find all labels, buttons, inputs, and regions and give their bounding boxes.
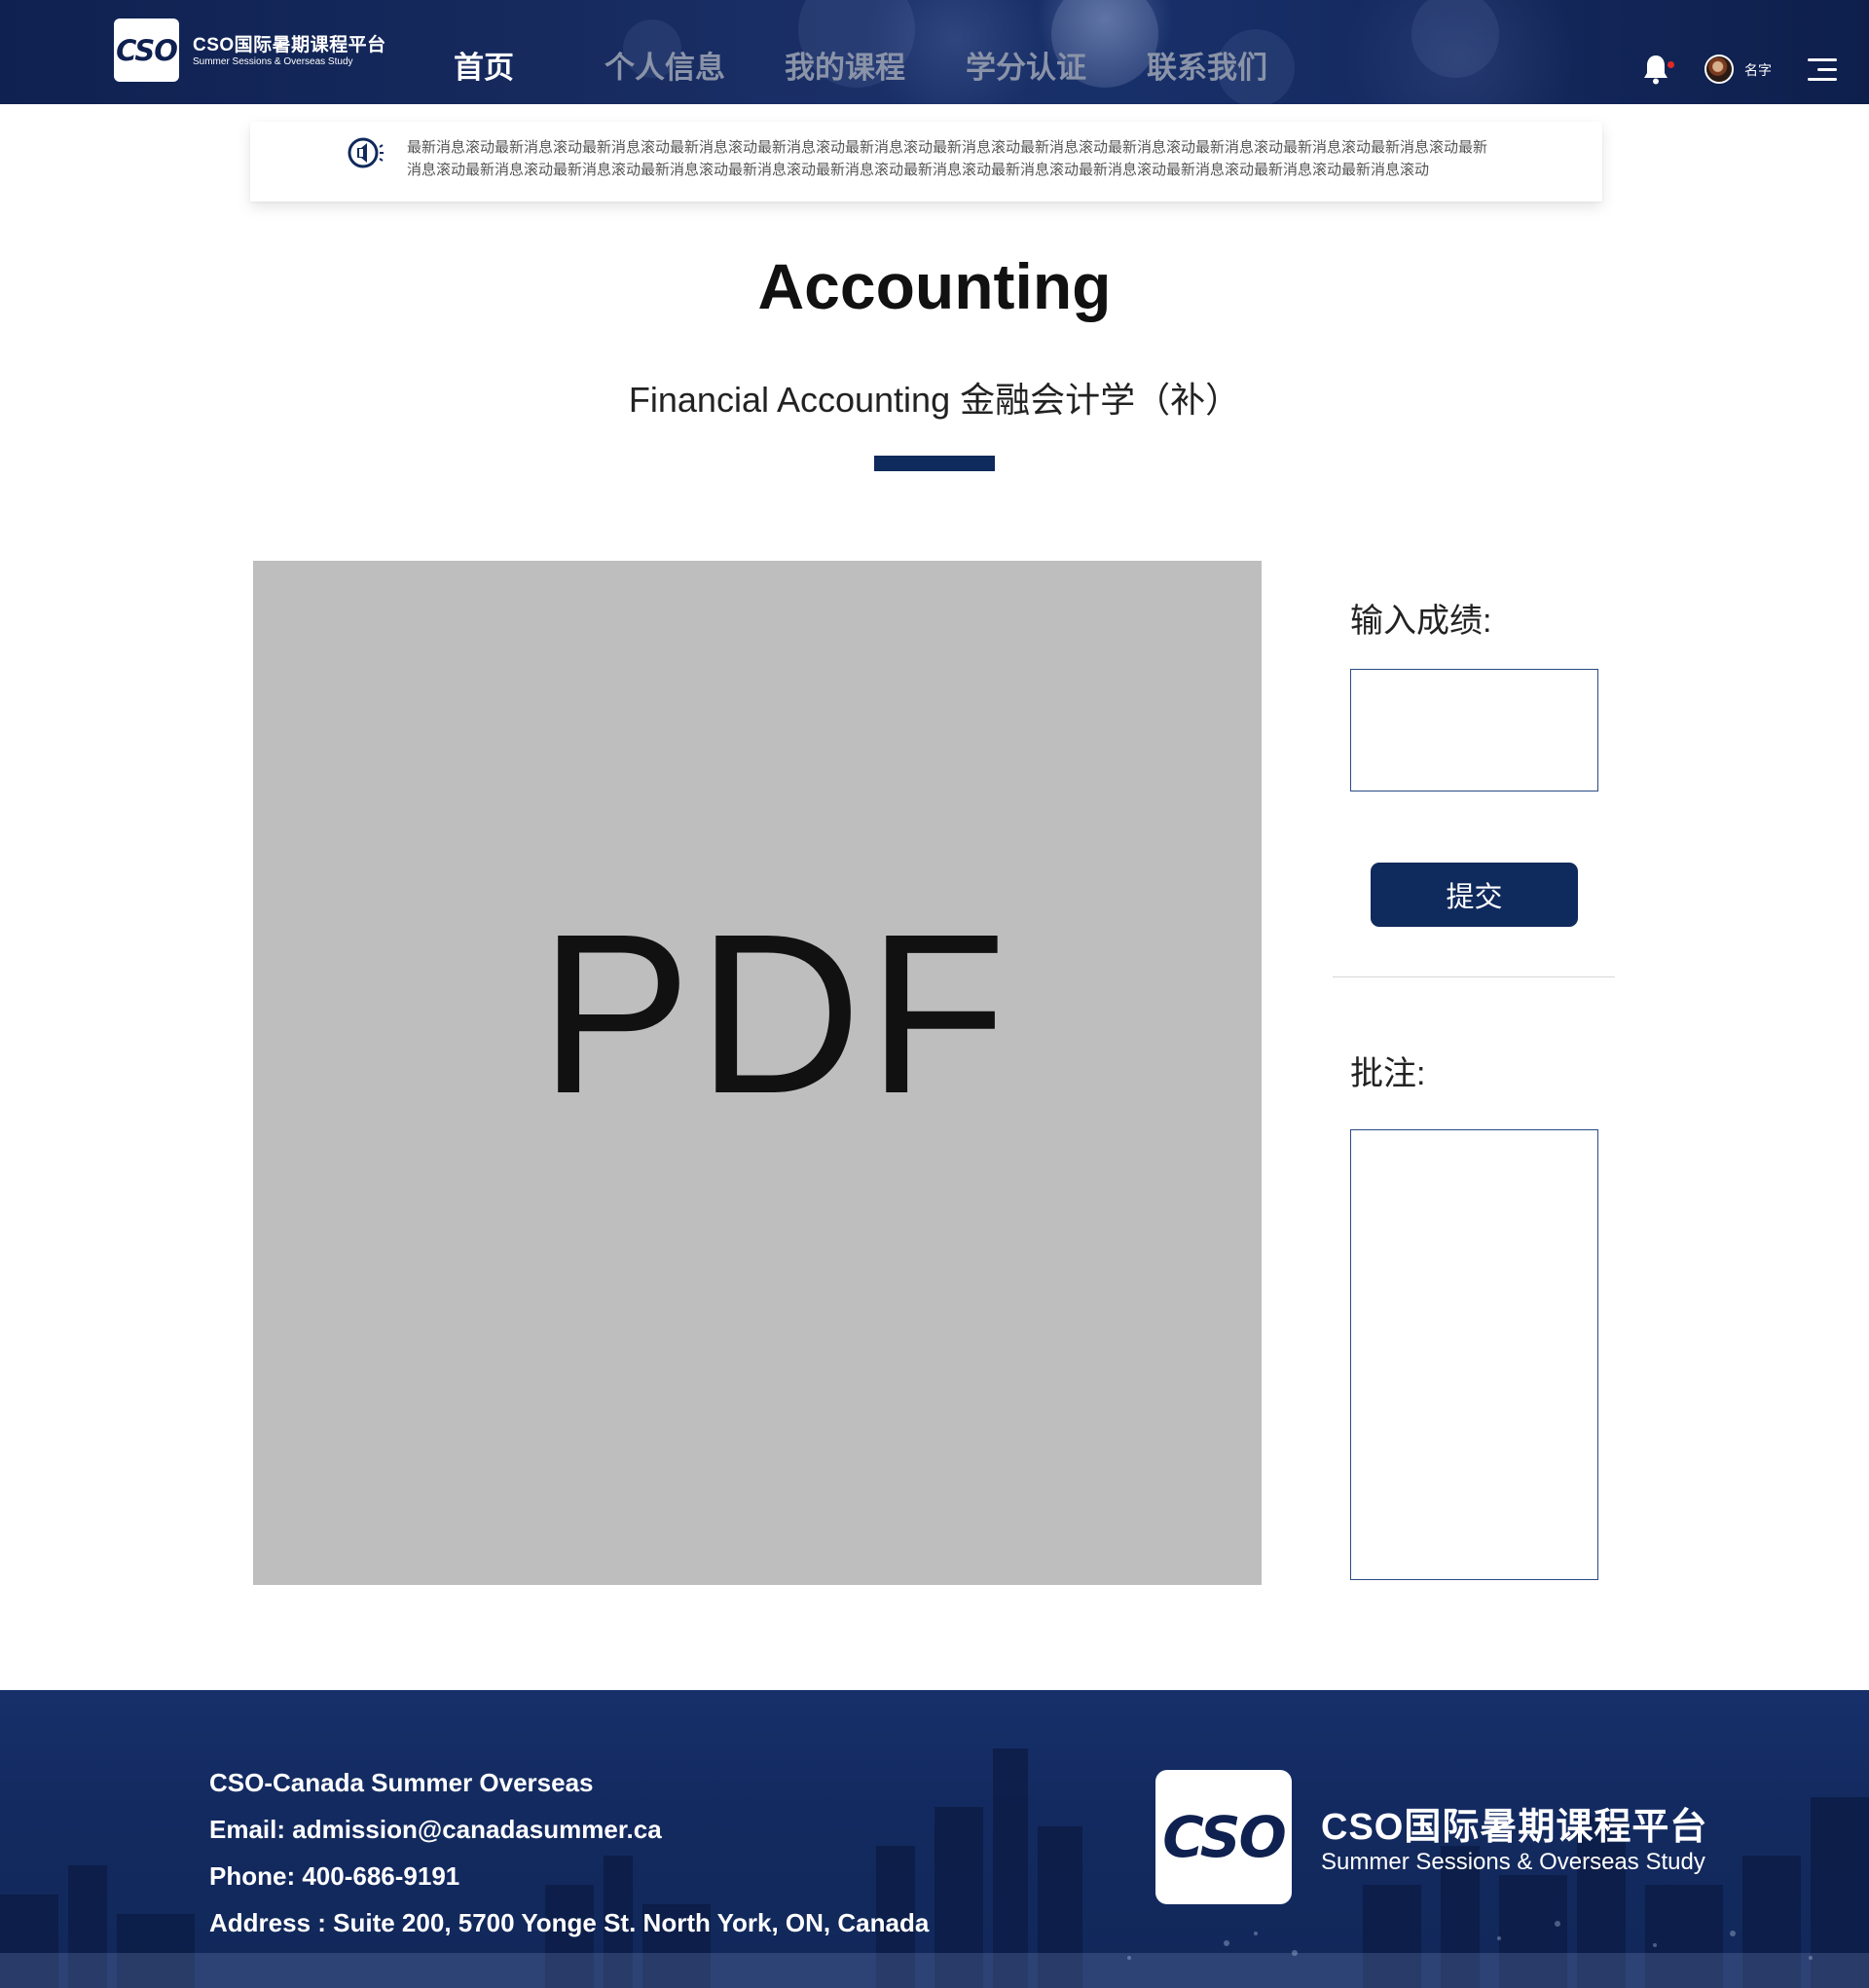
footer-logo-mark: CSO	[1162, 1804, 1287, 1870]
bell-icon[interactable]	[1641, 53, 1670, 86]
logo-title: CSO国际暑期课程平台	[193, 35, 386, 55]
news-ticker-text[interactable]: 最新消息滚动最新消息滚动最新消息滚动最新消息滚动最新消息滚动最新消息滚动最新消息…	[407, 136, 1497, 185]
course-subtitle: Financial Accounting 金融会计学（补）	[628, 380, 1241, 420]
header-decoration	[1411, 0, 1499, 78]
comment-textarea[interactable]	[1350, 1129, 1598, 1580]
page-title: Accounting	[757, 250, 1112, 322]
top-navbar: CSO CSO国际暑期课程平台 Summer Sessions & Overse…	[0, 0, 1869, 104]
footer-phone[interactable]: Phone: 400-686-9191	[209, 1853, 929, 1899]
title-underline	[874, 456, 995, 471]
logo-mark: CSO	[116, 33, 178, 67]
nav-item-profile[interactable]: 个人信息	[605, 43, 725, 87]
footer-logo-subtitle: Summer Sessions & Overseas Study	[1321, 1849, 1705, 1875]
footer-email[interactable]: Email: admission@canadasummer.ca	[209, 1806, 929, 1853]
menu-icon[interactable]	[1808, 58, 1837, 82]
comment-label: 批注:	[1350, 1055, 1426, 1092]
footer: CSO-Canada Summer Overseas Email: admiss…	[0, 1690, 1869, 1988]
footer-logo-text: CSO国际暑期课程平台 Summer Sessions & Overseas S…	[1321, 1806, 1707, 1876]
footer-address: Address : Suite 200, 5700 Yonge St. Nort…	[209, 1908, 930, 1937]
footer-contact: CSO-Canada Summer Overseas Email: admiss…	[209, 1759, 929, 1946]
nav-item-contact-us[interactable]: 联系我们	[1147, 43, 1267, 87]
nav-item-my-courses[interactable]: 我的课程	[785, 43, 905, 87]
speaker-icon	[348, 137, 384, 168]
pdf-viewer[interactable]: PDF	[253, 561, 1262, 1585]
nav-item-credit-certification[interactable]: 学分认证	[966, 43, 1086, 87]
logo[interactable]: CSO	[114, 18, 179, 82]
logo-text: CSO国际暑期课程平台 Summer Sessions & Overseas S…	[193, 35, 386, 68]
footer-logo-title: CSO国际暑期课程平台	[1321, 1807, 1708, 1848]
avatar[interactable]	[1704, 55, 1734, 84]
news-ticker: 最新消息滚动最新消息滚动最新消息滚动最新消息滚动最新消息滚动最新消息滚动最新消息…	[250, 122, 1602, 202]
nav-item-home[interactable]: 首页	[454, 43, 514, 87]
submit-button[interactable]: 提交	[1371, 863, 1578, 927]
notification-dot	[1667, 61, 1674, 68]
panel-divider	[1333, 976, 1615, 977]
user-name[interactable]: 名字	[1744, 60, 1772, 80]
grade-label: 输入成绩:	[1350, 603, 1492, 640]
logo-subtitle: Summer Sessions & Overseas Study	[193, 56, 353, 67]
pdf-placeholder-label: PDF	[539, 886, 1012, 1141]
footer-company: CSO-Canada Summer Overseas	[209, 1768, 594, 1797]
footer-logo: CSO	[1155, 1770, 1292, 1904]
grade-input[interactable]	[1350, 669, 1598, 792]
